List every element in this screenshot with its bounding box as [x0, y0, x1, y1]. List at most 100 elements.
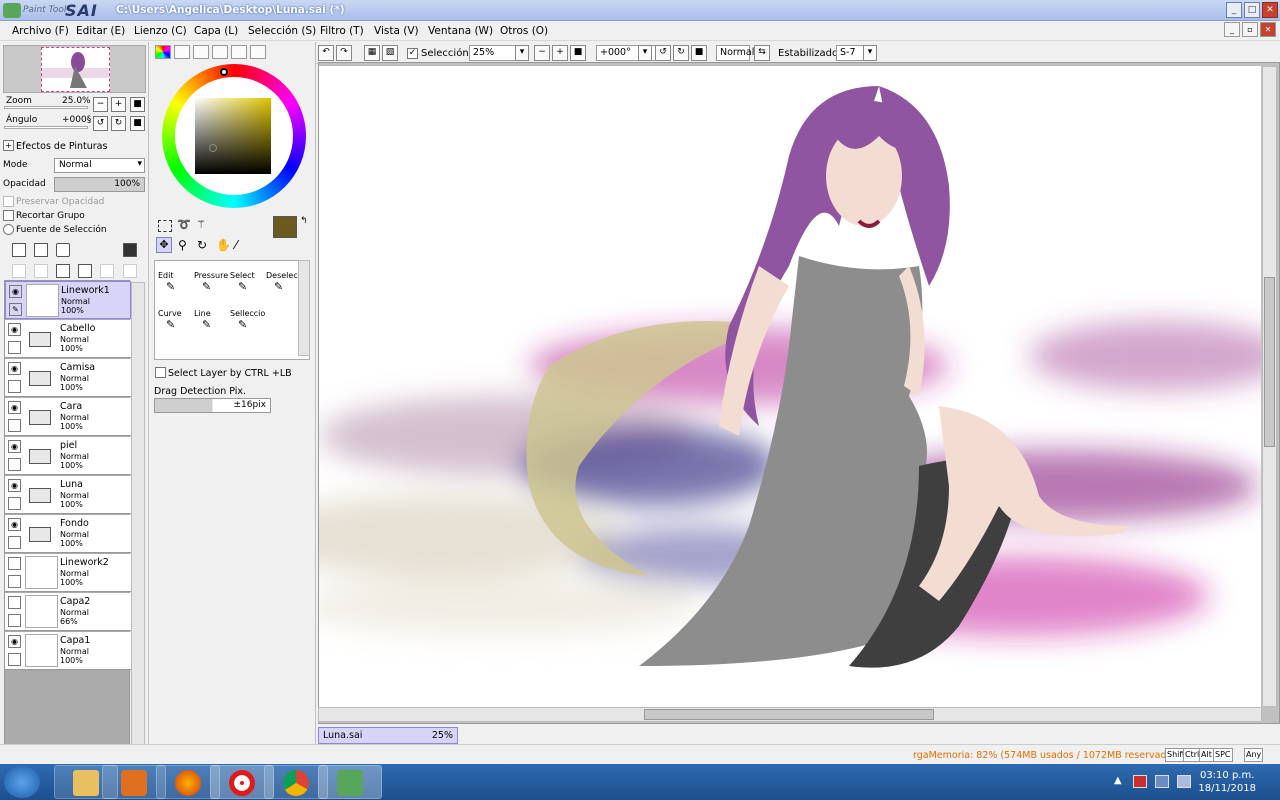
minimize-button[interactable]: _ [1226, 2, 1242, 18]
select-layer-ctrl-checkbox[interactable] [155, 367, 166, 378]
angle-dropdown-icon[interactable]: ▾ [638, 45, 652, 61]
tool-select[interactable]: Select ✎ [227, 271, 262, 309]
tool-deselect[interactable]: Deselect ✎ [263, 271, 301, 309]
layer-row[interactable]: ◉ ✎ Linework1 Normal 100% [5, 281, 131, 319]
menu-lienzo[interactable]: Lienzo (C) [134, 25, 187, 37]
menu-editar[interactable]: Editar (E) [76, 25, 125, 37]
layer-row[interactable]: ◉ piel Normal 100% [5, 437, 131, 475]
clock[interactable]: 03:10 p.m. 18/11/2018 [1198, 769, 1256, 795]
lock-checkbox[interactable] [8, 653, 21, 666]
magic-wand-icon[interactable]: ⚚ [196, 218, 206, 231]
layer-row[interactable]: ◉ Fondo Normal 100% [5, 515, 131, 553]
navigator[interactable] [3, 45, 146, 93]
eye-icon[interactable] [8, 557, 21, 570]
angle-slider[interactable] [4, 126, 88, 129]
preserve-opacity-checkbox[interactable] [3, 196, 14, 207]
flip-horizontal-button[interactable]: ⇆ [754, 45, 770, 61]
layer-row[interactable]: ◉ Capa1 Normal 100% [5, 632, 131, 670]
clear-layer-icon[interactable] [56, 264, 70, 278]
new-linework-icon[interactable] [34, 243, 48, 257]
menu-otros[interactable]: Otros (O) [500, 25, 548, 37]
layer-row[interactable]: Linework2 Normal 100% [5, 554, 131, 592]
move-tool-icon[interactable]: ✥ [156, 237, 172, 253]
scratchpad-tab[interactable] [231, 45, 247, 59]
redo-button[interactable]: ↷ [336, 45, 352, 61]
new-layer-icon[interactable] [12, 243, 26, 257]
lock-checkbox[interactable] [8, 380, 21, 393]
tool-grid-scrollbar[interactable] [298, 260, 310, 356]
layer-row[interactable]: Capa2 Normal 66% [5, 593, 131, 631]
swatches-tab[interactable] [212, 45, 228, 59]
color-picker-marker[interactable] [209, 144, 217, 152]
color-wheel-tab[interactable] [155, 45, 171, 59]
zoom-dropdown-icon[interactable]: ▾ [515, 45, 529, 61]
maximize-button[interactable]: □ [1244, 2, 1260, 18]
primary-color-swatch[interactable] [273, 216, 297, 238]
menu-filtro[interactable]: Filtro (T) [320, 25, 364, 37]
pen-icon[interactable]: ✎ [9, 303, 22, 316]
rgb-slider-tab[interactable] [174, 45, 190, 59]
lasso-icon[interactable]: ➰ [177, 218, 191, 231]
layer-row[interactable]: ◉ Cabello Normal 100% [5, 320, 131, 358]
drag-detection-slider[interactable]: ±16pix [154, 398, 271, 413]
eyedropper-icon[interactable]: ⁄ [235, 238, 237, 252]
mode-select[interactable]: Normal ▾ [54, 158, 145, 173]
eye-icon[interactable]: ◉ [8, 635, 21, 648]
tool-line[interactable]: Line ✎ [191, 309, 226, 347]
new-mask-icon[interactable] [123, 243, 137, 257]
eye-icon[interactable]: ◉ [8, 518, 21, 531]
selection-checkbox[interactable]: ✓ [407, 48, 418, 59]
menu-vista[interactable]: Vista (V) [374, 25, 419, 37]
toolbar-zoom-reset-button[interactable]: ■ [570, 45, 586, 61]
eye-icon[interactable]: ◉ [8, 362, 21, 375]
lock-checkbox[interactable] [8, 419, 21, 432]
layer-row[interactable]: ◉ Cara Normal 100% [5, 398, 131, 436]
selection-source-radio[interactable] [3, 224, 14, 235]
layer-row[interactable]: ◉ Luna Normal 100% [5, 476, 131, 514]
layer-row[interactable]: ◉ Camisa Normal 100% [5, 359, 131, 397]
rotate-left-button[interactable]: ↺ [93, 116, 108, 131]
deselect-button[interactable]: ▦ [364, 45, 380, 61]
hand-tool-icon[interactable]: ✋ [216, 238, 231, 252]
hsv-slider-tab[interactable] [193, 45, 209, 59]
expand-icon[interactable]: + [3, 140, 14, 151]
hue-marker[interactable] [220, 68, 228, 76]
saturation-value-square[interactable] [195, 98, 271, 174]
lock-checkbox[interactable] [8, 575, 21, 588]
action-center-icon[interactable] [1133, 775, 1147, 788]
trash-icon[interactable] [78, 264, 92, 278]
swap-colors-icon[interactable]: ↰ [300, 216, 308, 226]
eye-icon[interactable]: ◉ [8, 440, 21, 453]
doc-close-button[interactable]: ✕ [1260, 22, 1276, 37]
eye-icon[interactable]: ◉ [8, 479, 21, 492]
zoom-slider[interactable] [4, 106, 88, 109]
doc-minimize-button[interactable]: _ [1224, 22, 1240, 37]
eye-icon[interactable]: ◉ [8, 401, 21, 414]
volume-icon[interactable] [1177, 775, 1191, 788]
tool-edit[interactable]: Edit ✎ [155, 271, 190, 309]
close-button[interactable]: ✕ [1262, 2, 1278, 18]
canvas-horizontal-scrollbar[interactable] [318, 707, 1262, 722]
menu-archivo[interactable]: Archivo (F) [12, 25, 69, 37]
doc-restore-button[interactable]: ▫ [1242, 22, 1258, 37]
toolbar-zoom-out-button[interactable]: − [534, 45, 550, 61]
eye-icon[interactable] [8, 596, 21, 609]
horizontal-scroll-thumb[interactable] [644, 709, 934, 720]
tool-pressure[interactable]: Pressure ✎ [191, 271, 228, 309]
lock-checkbox[interactable] [8, 341, 21, 354]
zoom-in-button[interactable]: + [111, 97, 126, 112]
clip-group-checkbox[interactable] [3, 210, 14, 221]
lock-checkbox[interactable] [8, 458, 21, 471]
rotate-reset-button[interactable]: ■ [130, 116, 145, 131]
eye-icon[interactable]: ◉ [9, 285, 22, 298]
layer-list-scrollbar[interactable] [131, 282, 145, 784]
toolbar-rotate-right-button[interactable]: ↻ [673, 45, 689, 61]
tool-grid[interactable]: Edit ✎ Pressure ✎ Select ✎ Deselect ✎ Curve ✎ Line… [154, 260, 310, 360]
vertical-scroll-thumb[interactable] [1264, 277, 1275, 447]
eye-icon[interactable]: ◉ [8, 323, 21, 336]
mixer-tab[interactable] [250, 45, 266, 59]
opacity-slider[interactable]: 100% [54, 177, 145, 192]
new-folder-icon[interactable] [56, 243, 70, 257]
taskbar-paint-tool-sai[interactable] [318, 765, 382, 799]
tool-selleccio[interactable]: Selleccio ✎ [227, 309, 265, 347]
